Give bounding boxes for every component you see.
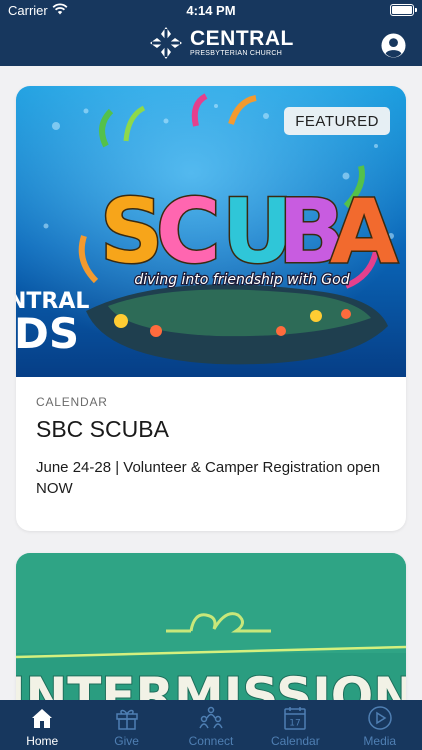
church-logo: CENTRAL PRESBYTERIAN CHURCH (148, 26, 294, 60)
brand-name: CENTRAL (190, 26, 294, 50)
tab-label: Home (26, 734, 59, 748)
intermission-artwork: INTERMISSION (16, 553, 406, 700)
card-description: June 24-28 | Volunteer & Camper Registra… (36, 459, 381, 497)
tab-calendar[interactable]: 17 Calendar (253, 700, 337, 750)
svg-text:S: S (100, 180, 163, 283)
gift-icon (115, 709, 138, 730)
play-icon (368, 706, 392, 730)
card-image[interactable]: S C U B A diving into friendship with Go… (16, 86, 406, 377)
side-word-2: DS (16, 309, 79, 358)
profile-icon[interactable] (381, 33, 406, 58)
card-category: CALENDAR (36, 395, 108, 409)
cross-logo-icon (150, 27, 182, 59)
tagline: diving into friendship with God (134, 272, 349, 288)
tab-label: Connect (188, 734, 234, 748)
calendar-icon: 17 (284, 707, 307, 730)
home-icon (32, 709, 53, 728)
featured-badge: FEATURED (284, 107, 390, 135)
svg-text:C: C (156, 180, 221, 283)
tab-label: Media (363, 734, 397, 748)
tab-bar: Home Give Connect 17 Calendar Media (0, 700, 422, 750)
feed-card[interactable]: S C U B A diving into friendship with Go… (16, 86, 406, 531)
intermission-headline: INTERMISSION (16, 667, 406, 700)
status-bar: Carrier 4:14 PM (0, 0, 422, 22)
tab-connect[interactable]: Connect (169, 700, 253, 750)
card-body[interactable]: CALENDAR SBC SCUBA June 24-28 | Voluntee… (16, 377, 406, 499)
tab-give[interactable]: Give (84, 700, 168, 750)
calendar-icon-day: 17 (290, 719, 301, 729)
tab-label: Give (114, 734, 139, 748)
feed: S C U B A diving into friendship with Go… (0, 66, 422, 700)
people-icon (199, 706, 223, 729)
svg-text:A: A (330, 180, 398, 283)
tab-media[interactable]: Media (338, 700, 422, 750)
app-header: Carrier 4:14 PM CENTRAL PRESBYTERIAN CHU… (0, 0, 422, 66)
feed-card[interactable]: INTERMISSION (16, 553, 406, 700)
brand-subtitle: PRESBYTERIAN CHURCH (190, 49, 283, 57)
tab-home[interactable]: Home (0, 700, 84, 750)
battery-icon (390, 4, 417, 16)
card-title: SBC SCUBA (36, 416, 169, 442)
tab-label: Calendar (271, 734, 320, 748)
clock: 4:14 PM (186, 3, 236, 18)
